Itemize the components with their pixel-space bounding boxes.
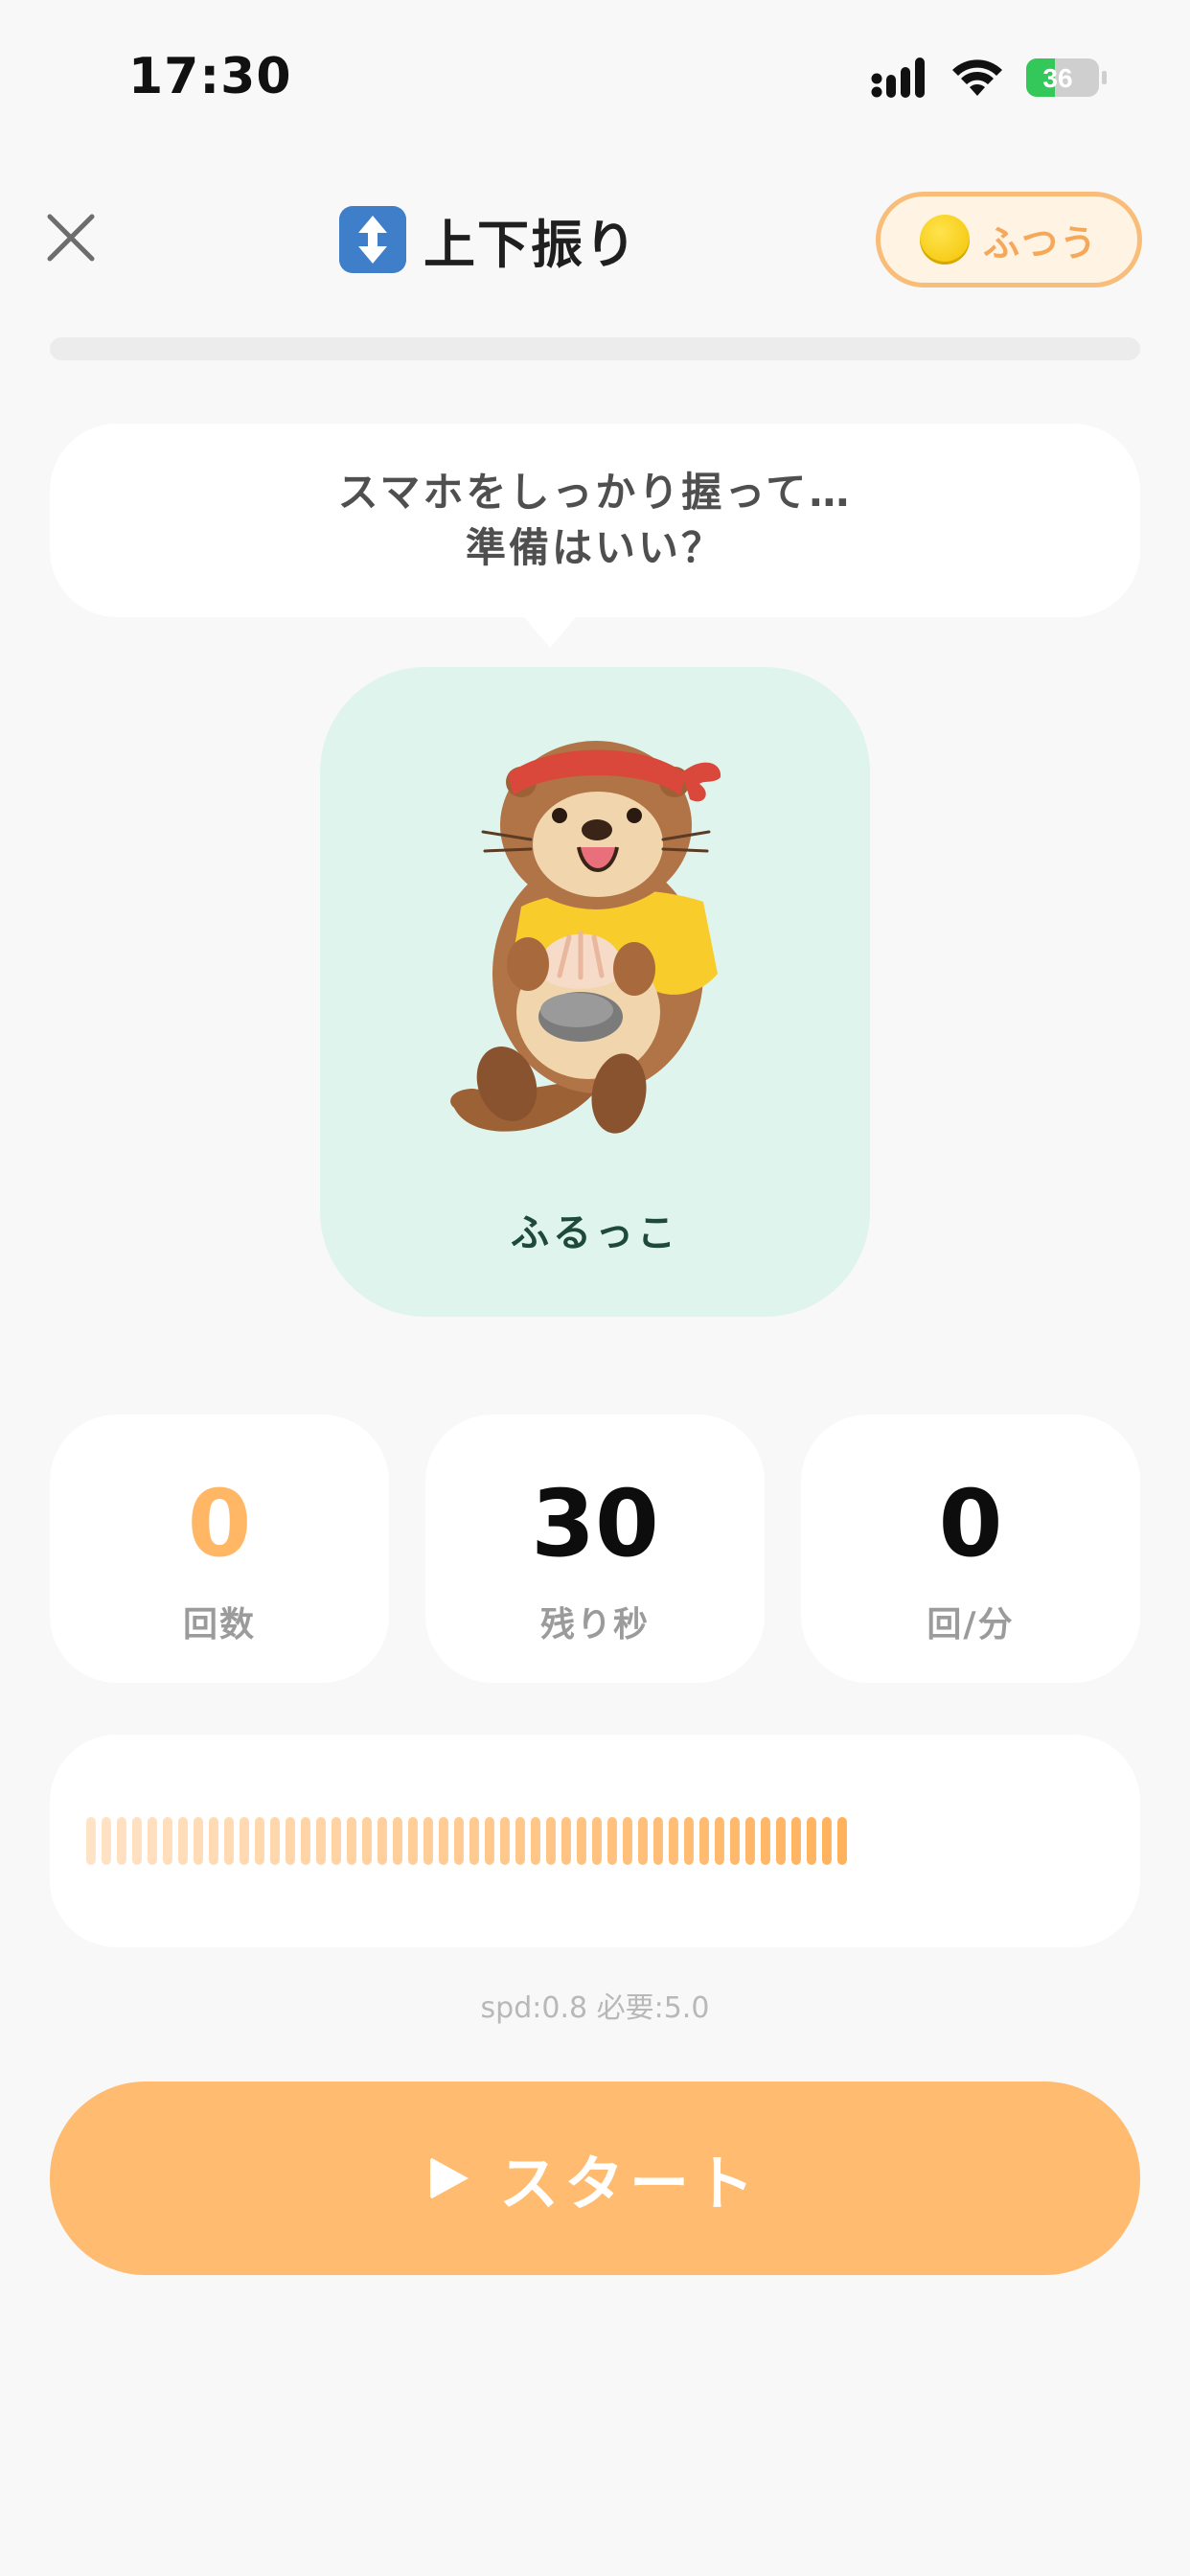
meter-bar — [301, 1817, 310, 1865]
battery-level: 36 — [1042, 63, 1072, 93]
difficulty-button[interactable]: ふつう — [876, 192, 1142, 288]
meter-bar — [117, 1817, 126, 1865]
meter-bar — [240, 1817, 249, 1865]
meter-bar — [362, 1817, 372, 1865]
title-text: 上下振り — [423, 214, 638, 275]
meter-bar — [469, 1817, 479, 1865]
meter-bar — [592, 1817, 602, 1865]
stat-rate-label: 回/分 — [927, 1605, 1015, 1644]
close-icon[interactable] — [42, 209, 100, 266]
meter-bar — [286, 1817, 295, 1865]
session-progress-bar — [50, 337, 1140, 360]
otter-illustration — [450, 741, 721, 1134]
battery-icon: 36 — [1026, 58, 1107, 97]
page-title: 上下振り — [339, 205, 638, 275]
meter-bar — [531, 1817, 540, 1865]
meter-bar — [178, 1817, 188, 1865]
meter-bar — [791, 1817, 801, 1865]
meter-bar — [332, 1817, 341, 1865]
meter-bar — [500, 1817, 510, 1865]
bubble-line-2: 準備はいい？ — [465, 524, 724, 571]
meter-bar — [439, 1817, 448, 1865]
meter-bar — [148, 1817, 157, 1865]
stat-remaining-seconds: 30 残り秒 — [425, 1414, 765, 1683]
meter-bar — [316, 1817, 326, 1865]
meter-bar — [607, 1817, 617, 1865]
stat-per-minute: 0 回/分 — [801, 1414, 1140, 1683]
stat-rate-value: 0 — [938, 1470, 1003, 1577]
stat-remaining-label: 残り秒 — [539, 1605, 650, 1644]
meter-bar — [561, 1817, 571, 1865]
start-button[interactable]: スタート — [50, 2082, 1140, 2275]
status-time: 17:30 — [128, 48, 292, 105]
meter-bar — [699, 1817, 709, 1865]
meter-bar — [347, 1817, 356, 1865]
meter-bar — [807, 1817, 816, 1865]
stat-count-label: 回数 — [182, 1605, 256, 1644]
status-bar: 17:30 36 — [0, 0, 1190, 153]
wifi-icon — [952, 59, 1002, 96]
meter-bar — [393, 1817, 402, 1865]
shake-meter-bars — [86, 1817, 847, 1865]
character-card: ふるっこ — [320, 667, 870, 1317]
meter-bar — [454, 1817, 464, 1865]
meter-bar — [776, 1817, 786, 1865]
meter-bar — [515, 1817, 525, 1865]
difficulty-label: ふつう — [982, 221, 1098, 264]
meter-bar — [577, 1817, 586, 1865]
stat-remaining-value: 30 — [531, 1470, 659, 1577]
up-down-arrow-icon — [339, 206, 406, 273]
meter-bar — [255, 1817, 264, 1865]
meter-bar — [194, 1817, 203, 1865]
meter-bar — [822, 1817, 832, 1865]
meter-bar — [102, 1817, 111, 1865]
meter-bar — [209, 1817, 218, 1865]
shake-meter — [50, 1735, 1140, 1947]
stat-count-value: 0 — [187, 1470, 252, 1577]
meter-bar — [132, 1817, 142, 1865]
meter-bar — [163, 1817, 172, 1865]
meter-bar — [745, 1817, 755, 1865]
start-label: スタート — [498, 2149, 760, 2219]
meter-bar — [224, 1817, 234, 1865]
meter-bar — [761, 1817, 770, 1865]
meter-bar — [837, 1817, 847, 1865]
meter-bar — [378, 1817, 387, 1865]
speed-readout: spd:0.8 必要:5.0 — [480, 1991, 710, 2025]
meter-bar — [546, 1817, 556, 1865]
speech-bubble: スマホをしっかり握って… 準備はいい？ — [50, 424, 1140, 617]
meter-bar — [408, 1817, 418, 1865]
meter-bar — [423, 1817, 433, 1865]
stat-count: 0 回数 — [50, 1414, 389, 1683]
meter-bar — [485, 1817, 494, 1865]
bubble-line-1: スマホをしっかり握って… — [337, 469, 853, 516]
meter-bar — [653, 1817, 663, 1865]
meter-bar — [623, 1817, 632, 1865]
yellow-circle-icon — [919, 215, 970, 264]
play-icon — [429, 2157, 469, 2199]
meter-bar — [86, 1817, 96, 1865]
meter-bar — [715, 1817, 724, 1865]
meter-bar — [638, 1817, 648, 1865]
meter-bar — [669, 1817, 678, 1865]
meter-bar — [684, 1817, 694, 1865]
character-name: ふるっこ — [511, 1211, 679, 1255]
meter-bar — [730, 1817, 740, 1865]
speech-bubble-tail — [519, 611, 581, 648]
meter-bar — [270, 1817, 280, 1865]
cellular-signal-icon — [871, 58, 925, 98]
